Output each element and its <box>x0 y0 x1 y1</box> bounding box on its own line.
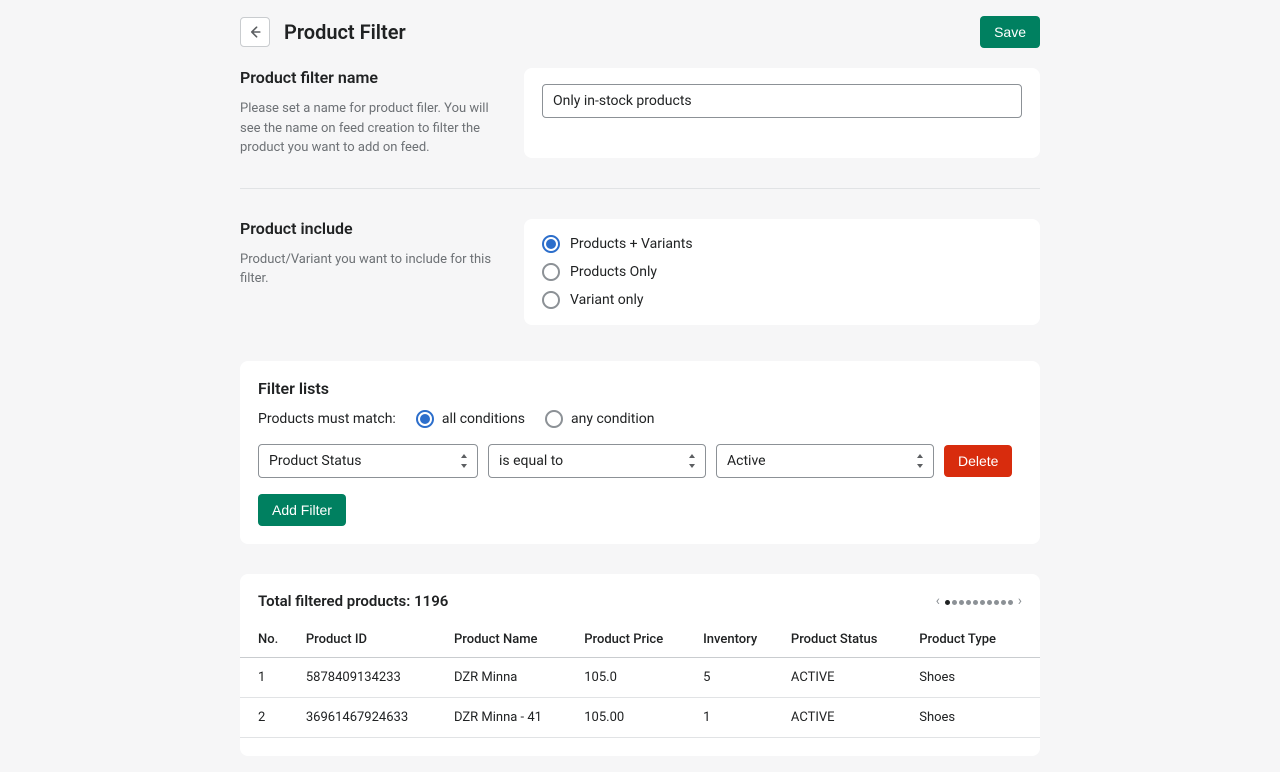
filter-name-desc: Please set a name for product filer. You… <box>240 99 500 158</box>
radio-label: any condition <box>571 411 655 427</box>
page-title: Product Filter <box>284 20 406 44</box>
match-any-condition[interactable]: any condition <box>545 410 655 428</box>
table-row: 236961467924633DZR Minna - 41105.001ACTI… <box>240 697 1040 737</box>
table-cell: 105.0 <box>576 657 695 697</box>
radio-icon <box>542 263 560 281</box>
include-option-products-variants[interactable]: Products + Variants <box>542 235 1022 253</box>
add-filter-button[interactable]: Add Filter <box>258 494 346 526</box>
match-all-conditions[interactable]: all conditions <box>416 410 525 428</box>
column-header: Inventory <box>695 622 783 658</box>
arrow-left-icon <box>247 24 263 40</box>
radio-label: Products + Variants <box>570 236 693 252</box>
select-arrows-icon <box>687 454 697 468</box>
include-desc: Product/Variant you want to include for … <box>240 250 500 289</box>
pager-dot[interactable] <box>994 600 999 605</box>
condition-value-select[interactable]: Active <box>716 444 934 478</box>
column-header: Product Name <box>446 622 576 658</box>
table-cell: 5878409134233 <box>298 657 446 697</box>
delete-condition-button[interactable]: Delete <box>944 445 1012 477</box>
column-header: Product ID <box>298 622 446 658</box>
pager-dot[interactable] <box>945 600 950 605</box>
select-value: Active <box>727 453 766 469</box>
pager-dot[interactable] <box>952 600 957 605</box>
table-cell: ACTIVE <box>783 697 911 737</box>
radio-icon <box>542 291 560 309</box>
radio-icon <box>545 410 563 428</box>
pagination: ‹ › <box>936 593 1022 609</box>
pager-dot[interactable] <box>987 600 992 605</box>
pager-dot[interactable] <box>973 600 978 605</box>
column-header: Product Price <box>576 622 695 658</box>
table-cell: DZR Minna - 41 <box>446 697 576 737</box>
table-cell: 5 <box>695 657 783 697</box>
filter-lists-heading: Filter lists <box>258 379 1022 398</box>
select-value: Product Status <box>269 453 361 469</box>
total-filtered-label: Total filtered products: 1196 <box>258 592 448 610</box>
table-row: 15878409134233DZR Minna105.05ACTIVEShoes <box>240 657 1040 697</box>
radio-icon <box>542 235 560 253</box>
table-cell: Shoes <box>911 657 1040 697</box>
filter-name-input[interactable] <box>542 84 1022 118</box>
table-cell: ACTIVE <box>783 657 911 697</box>
table-cell: 1 <box>240 657 298 697</box>
condition-field-select[interactable]: Product Status <box>258 444 478 478</box>
select-arrows-icon <box>459 454 469 468</box>
radio-label: Variant only <box>570 292 644 308</box>
radio-icon <box>416 410 434 428</box>
table-cell: 36961467924633 <box>298 697 446 737</box>
column-header: No. <box>240 622 298 658</box>
filter-name-heading: Product filter name <box>240 68 500 87</box>
include-option-products-only[interactable]: Products Only <box>542 263 1022 281</box>
pager-dot[interactable] <box>980 600 985 605</box>
table-cell: 105.00 <box>576 697 695 737</box>
back-button[interactable] <box>240 17 270 47</box>
pager-dot[interactable] <box>1001 600 1006 605</box>
match-label: Products must match: <box>258 411 396 427</box>
column-header: Product Type <box>911 622 1040 658</box>
results-table: No.Product IDProduct NameProduct PriceIn… <box>240 622 1040 738</box>
include-heading: Product include <box>240 219 500 238</box>
pager-dot[interactable] <box>966 600 971 605</box>
radio-label: all conditions <box>442 411 525 427</box>
divider <box>240 188 1040 189</box>
pager-dot[interactable] <box>959 600 964 605</box>
pager-prev[interactable]: ‹ <box>936 593 940 609</box>
select-value: is equal to <box>499 453 563 469</box>
table-cell: DZR Minna <box>446 657 576 697</box>
pager-next[interactable]: › <box>1018 593 1022 609</box>
include-option-variant-only[interactable]: Variant only <box>542 291 1022 309</box>
condition-operator-select[interactable]: is equal to <box>488 444 706 478</box>
save-button[interactable]: Save <box>980 16 1040 48</box>
select-arrows-icon <box>915 454 925 468</box>
radio-label: Products Only <box>570 264 657 280</box>
pager-dot[interactable] <box>1008 600 1013 605</box>
table-cell: Shoes <box>911 697 1040 737</box>
column-header: Product Status <box>783 622 911 658</box>
table-cell: 1 <box>695 697 783 737</box>
table-cell: 2 <box>240 697 298 737</box>
